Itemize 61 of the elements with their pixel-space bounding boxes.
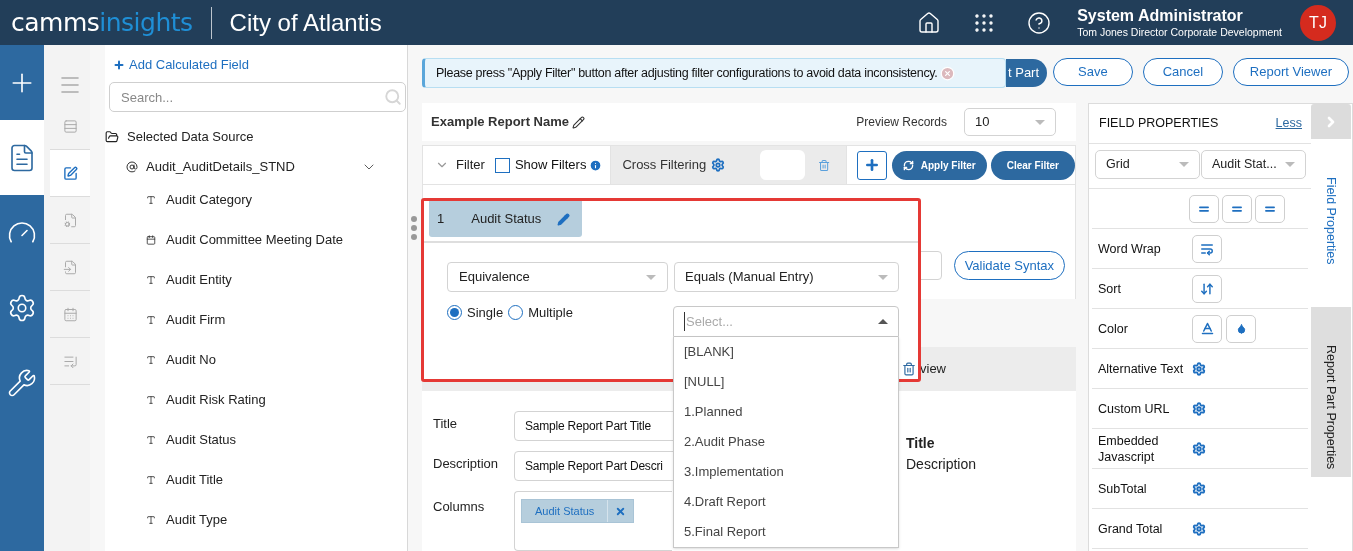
mode-radio[interactable]: Single	[447, 303, 504, 323]
clear-filter-button[interactable]: Clear Filter	[990, 150, 1075, 180]
dropdown-option[interactable]: [BLANK]	[674, 337, 898, 367]
preview-description: Description	[906, 455, 977, 474]
property-label: Alternative Text	[1098, 360, 1185, 377]
filter-label: Filter	[456, 156, 485, 175]
property-label: SubTotal	[1098, 480, 1148, 497]
operator-select[interactable]: Equals (Manual Entry)	[674, 262, 899, 292]
field-item[interactable]: Audit Firm	[146, 300, 407, 340]
vertical-tab[interactable]: Report Part Properties	[1311, 307, 1351, 477]
field-item[interactable]: Audit No	[146, 340, 407, 380]
report-part-button[interactable]: t Part	[1006, 59, 1048, 87]
panel-title: FIELD PROPERTIES	[1099, 115, 1219, 133]
toolbar-button[interactable]: Cancel	[1142, 58, 1223, 86]
field-item[interactable]: Audit Category	[146, 180, 407, 220]
property-label: Custom URL	[1098, 400, 1171, 417]
dropdown-option[interactable]: [NULL]	[674, 367, 898, 397]
search-field[interactable]: Search...	[109, 82, 406, 112]
property-label: Grand Total	[1098, 520, 1164, 537]
preview-tab[interactable]: view	[920, 359, 946, 379]
field-item[interactable]: Audit Committee Meeting Date	[146, 220, 407, 260]
less-link[interactable]: Less	[1275, 114, 1302, 133]
data-source-item[interactable]: Audit_AuditDetails_STND	[126, 158, 377, 176]
field-item[interactable]: Audit Type	[146, 500, 407, 540]
field-item[interactable]: Audit Risk Rating	[146, 380, 407, 420]
dropdown-option[interactable]: 5.Final Report	[674, 517, 898, 547]
user-role: Tom Jones Director Corporate Development	[1077, 24, 1282, 39]
preview-records-select[interactable]: 10	[964, 108, 1056, 136]
organization-name: City of Atlantis	[229, 7, 382, 38]
property-label: Embedded Javascript	[1098, 432, 1160, 465]
field-item[interactable]: Audit Entity	[146, 260, 407, 300]
report-name: Example Report Name	[431, 113, 569, 132]
toolbar-button[interactable]: Report Viewer	[1232, 58, 1349, 86]
preview-title: Title	[906, 434, 936, 453]
property-label: Color	[1098, 320, 1129, 337]
form-label: Description	[433, 455, 500, 473]
add-calculated-field-link[interactable]: Add Calculated Field	[113, 57, 407, 73]
property-select[interactable]: Grid	[1095, 150, 1200, 179]
notification-text: Please press "Apply Filter" button after adjusting filter configurations to avoid data inconsistency.	[436, 64, 938, 82]
field-item[interactable]: Audit Title	[146, 460, 407, 500]
property-select[interactable]: Audit Stat...	[1201, 150, 1306, 179]
preview-records-label: Preview Records	[856, 114, 947, 131]
brand-logo: cammsinsights	[11, 10, 193, 35]
filter-field: Audit Status	[471, 209, 542, 229]
mode-radio[interactable]: Multiple	[508, 303, 573, 323]
dropdown-option[interactable]: 4.Draft Report	[674, 487, 898, 517]
cross-filtering-label: Cross Filtering	[622, 156, 707, 175]
filter-number: 1	[437, 210, 445, 229]
filter-chip[interactable]: 1 Audit Status	[429, 201, 582, 237]
apply-filter-button[interactable]: Apply Filter	[891, 150, 987, 180]
form-label: Title	[433, 415, 459, 433]
form-label: Columns	[433, 498, 486, 516]
toolbar-button[interactable]: Save	[1052, 58, 1133, 86]
field-item[interactable]: Audit Status	[146, 420, 407, 460]
show-filters-label: Show Filters	[514, 156, 587, 175]
section-title: Selected Data Source	[127, 128, 254, 147]
operator-group-select[interactable]: Equivalence	[447, 262, 668, 292]
property-label: Word Wrap	[1098, 240, 1162, 257]
property-label: Sort	[1098, 280, 1122, 297]
user-name: System Administrator	[1077, 6, 1244, 25]
user-avatar[interactable]: TJ	[1300, 4, 1336, 41]
